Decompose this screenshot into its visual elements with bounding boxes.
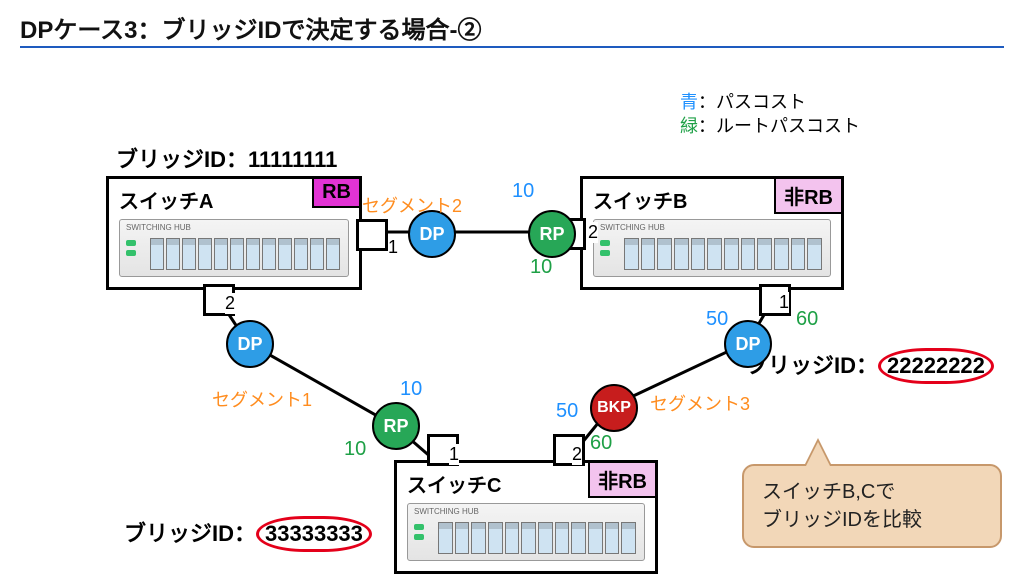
bridge-id-c: ブリッジID：33333333 (124, 516, 372, 552)
legend-blue-label: 青 (680, 92, 698, 112)
switch-a-port2-label: 2 (225, 293, 235, 314)
switch-b-hub: SWITCHING HUB (593, 219, 831, 277)
callout-line2: ブリッジIDを比較 (762, 506, 982, 534)
seg1-cost-blue: 10 (400, 378, 422, 401)
switch-c-port1-label: 1 (449, 444, 459, 465)
switch-a: スイッチA RB SWITCHING HUB (106, 176, 362, 290)
seg1-cost-green: 10 (344, 438, 366, 461)
switch-a-ports-icon (150, 238, 340, 270)
switch-a-port1-stub (356, 219, 388, 251)
legend-green: 緑：ルートパスコスト (680, 112, 860, 138)
switch-b: スイッチB 非RB SWITCHING HUB (580, 176, 844, 290)
switch-b-port1-label: 1 (779, 292, 789, 313)
legend-green-label: 緑 (680, 116, 698, 136)
switch-b-led-icon (600, 240, 610, 246)
segment3-label: セグメント3 (650, 390, 750, 416)
switch-a-tag: RB (312, 177, 361, 208)
role-bkp-seg3: BKP (590, 384, 638, 432)
switch-a-led-icon (126, 240, 136, 246)
switch-a-title: スイッチA (119, 185, 213, 214)
switch-b-tag: 非RB (774, 177, 843, 214)
seg2-cost-blue: 10 (512, 180, 534, 203)
bridge-id-c-value: 33333333 (256, 516, 372, 552)
title-underline (20, 46, 1004, 48)
bridge-id-b: ブリッジID：22222222 (746, 348, 994, 384)
legend-blue: 青：パスコスト (680, 88, 806, 114)
switch-b-ports-icon (624, 238, 822, 270)
bridge-id-b-value: 22222222 (878, 348, 994, 384)
page-title: DPケース3：ブリッジIDで決定する場合-② (20, 10, 481, 45)
segment1-label: セグメント1 (212, 386, 312, 412)
segment2-label: セグメント2 (362, 192, 462, 218)
seg2-cost-green: 10 (530, 256, 552, 279)
role-dp-seg1: DP (226, 320, 274, 368)
bridge-id-c-prefix: ブリッジID： (124, 521, 256, 546)
switch-b-title: スイッチB (593, 185, 687, 214)
seg3-c-cost-blue: 50 (556, 400, 578, 423)
bridge-id-a: ブリッジID：11111111 (116, 142, 337, 174)
switch-c-ports-icon (438, 522, 636, 554)
legend-green-text: ：ルートパスコスト (698, 116, 860, 136)
legend-blue-text: ：パスコスト (698, 92, 806, 112)
switch-c-hub: SWITCHING HUB (407, 503, 645, 561)
switch-c-hub-label: SWITCHING HUB (414, 507, 479, 516)
callout-line1: スイッチB,Cで (762, 478, 982, 506)
switch-c-tag: 非RB (588, 461, 657, 498)
seg3-b-cost-blue: 50 (706, 308, 728, 331)
switch-a-hub: SWITCHING HUB (119, 219, 349, 277)
switch-c-title: スイッチC (407, 469, 501, 498)
switch-c: スイッチC 非RB SWITCHING HUB (394, 460, 658, 574)
switch-a-port1-label: 1 (388, 237, 398, 258)
seg3-c-cost-green: 60 (590, 432, 612, 455)
seg3-b-cost-green: 60 (796, 308, 818, 331)
callout: スイッチB,Cで ブリッジIDを比較 (742, 464, 1002, 548)
switch-a-hub-label: SWITCHING HUB (126, 223, 191, 232)
switch-b-hub-label: SWITCHING HUB (600, 223, 665, 232)
role-rp-seg2: RP (528, 210, 576, 258)
role-dp-seg3: DP (724, 320, 772, 368)
role-rp-seg1: RP (372, 402, 420, 450)
switch-b-port2-label: 2 (588, 222, 598, 243)
switch-c-port2-label: 2 (572, 444, 582, 465)
switch-c-led-icon (414, 524, 424, 530)
